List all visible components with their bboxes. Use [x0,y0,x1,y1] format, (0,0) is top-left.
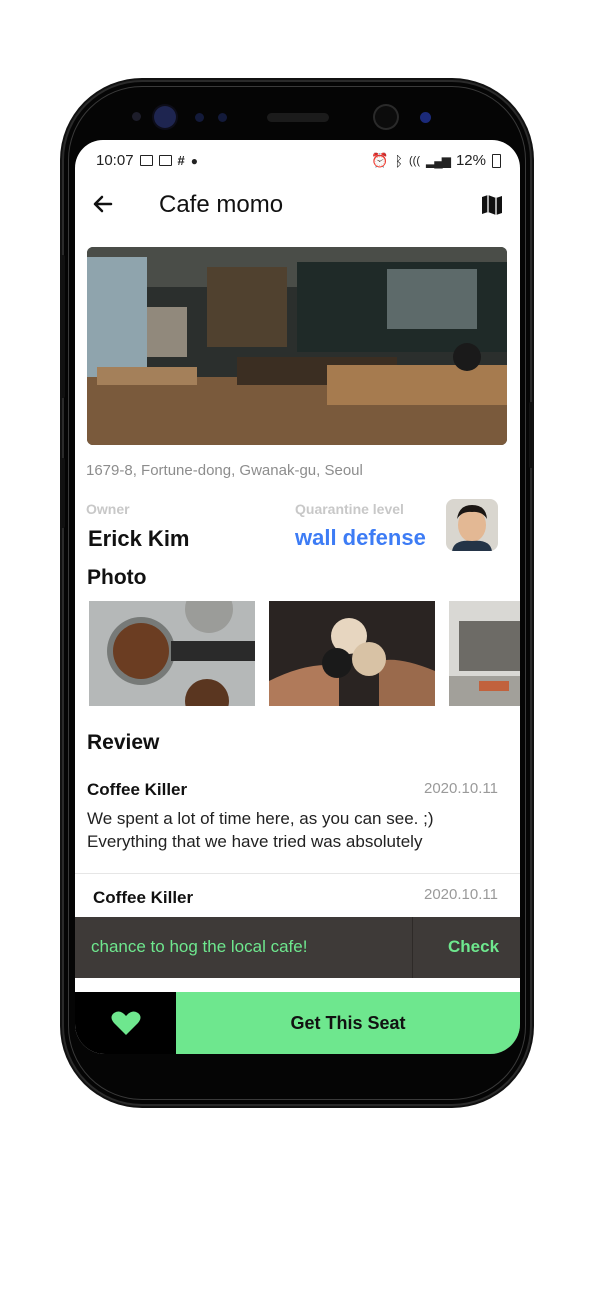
sensor-dot [132,112,141,121]
battery-percent: 12% [455,152,486,169]
mail-icon [139,155,153,166]
cafe-hero-photo [87,247,507,445]
battery-icon [492,153,501,168]
get-this-seat-button[interactable]: Get This Seat [176,992,520,1054]
arrow-left-icon[interactable] [91,192,115,220]
wifi-icon: ((( [409,154,420,167]
favorite-button[interactable] [75,992,176,1054]
more-notifications-icon: ● [190,153,199,168]
snackbar: chance to hog the local cafe! Check [75,917,520,978]
photo-thumbnail[interactable] [449,601,520,706]
volume-button [60,255,65,398]
bottom-action-bar: Get This Seat [75,992,520,1054]
quarantine-label: Quarantine level [295,501,404,517]
status-time: 10:07 [96,152,134,169]
page-title: Cafe momo [159,191,284,218]
snackbar-divider [412,917,413,978]
review-divider [75,873,520,874]
cafe-address: 1679-8, Fortune-dong, Gwanak-gu, Seoul [86,462,363,479]
status-left: 10:07 # ● [96,152,198,169]
review-date: 2020.10.11 [424,780,498,797]
gallery-icon [158,155,172,166]
sensor-dot [218,113,227,122]
front-camera [375,106,397,128]
snackbar-check-button[interactable]: Check [448,937,499,957]
review-date: 2020.10.11 [424,886,498,903]
photo-thumbnail[interactable] [89,601,255,706]
slack-icon: # [177,153,185,168]
photo-thumbnail[interactable] [269,601,435,706]
review-text: We spent a lot of time here, as you can … [87,807,507,853]
earpiece-speaker [267,113,329,122]
map-icon[interactable] [480,193,504,222]
alarm-icon: ⏰ [371,152,389,168]
status-right: ⏰ ᛒ ((( ▂▄▆ 12% [371,152,501,169]
sensor-dot [420,112,431,123]
owner-label: Owner [86,501,130,517]
iris-scanner [154,106,176,128]
review-author: Coffee Killer [93,888,194,907]
quarantine-level-value: wall defense [295,525,426,550]
sensor-dot [195,113,204,122]
snackbar-message: chance to hog the local cafe! [91,937,308,956]
review-text-line: We spent a lot of time here, as you can … [87,809,434,828]
power-button [529,402,534,468]
bluetooth-icon: ᛒ [394,152,403,169]
heart-icon [111,1011,140,1035]
owner-name: Erick Kim [88,526,190,551]
review-author: Coffee Killer [87,780,188,799]
app-header: Cafe momo [75,180,520,230]
photo-section-title: Photo [87,566,147,589]
app-screen: 10:07 # ● ⏰ ᛒ ((( ▂▄▆ 12% Cafe momo 1679… [75,140,520,1054]
signal-icon: ▂▄▆ [426,153,451,168]
bixby-button [60,458,65,528]
owner-avatar[interactable] [446,499,498,551]
review-section-title: Review [87,731,160,754]
review-text-line: Everything that we have tried was absolu… [87,832,423,851]
status-bar: 10:07 # ● ⏰ ᛒ ((( ▂▄▆ 12% [96,152,501,172]
